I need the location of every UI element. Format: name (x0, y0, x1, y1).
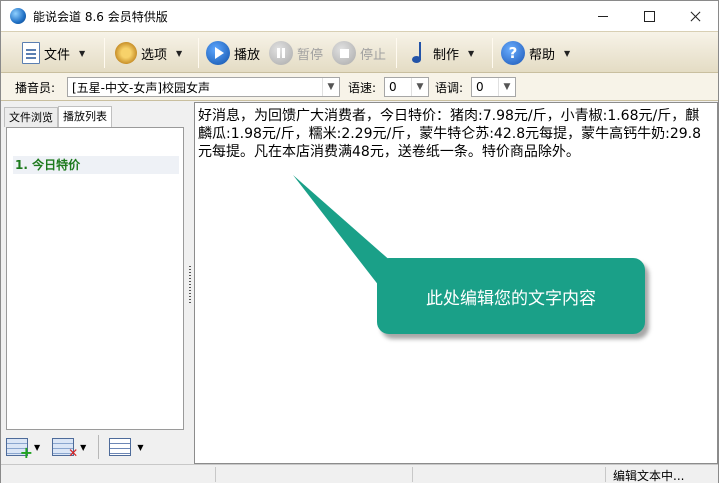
speed-label: 语速: (348, 81, 377, 95)
music-note-icon (409, 41, 429, 65)
dropdown-arrow-icon: ▼ (176, 48, 183, 58)
make-label: 制作 (433, 47, 460, 63)
left-panel-tabs: 文件浏览 播放列表 (4, 106, 112, 128)
chevron-down-icon[interactable]: ▼ (411, 78, 428, 96)
hint-callout: 此处编辑您的文字内容 (377, 258, 645, 334)
play-label: 播放 (234, 47, 261, 63)
panel-splitter[interactable] (187, 102, 194, 464)
dropdown-arrow-icon: ▼ (564, 48, 571, 58)
tab-playlist[interactable]: 播放列表 (58, 106, 112, 128)
stop-label: 停止 (360, 47, 387, 63)
help-menu-button[interactable]: ? 帮助 ▼ (501, 36, 570, 70)
pause-button[interactable]: 暂停 (269, 36, 323, 70)
play-icon (206, 41, 230, 65)
window-title: 能说会道 8.6 会员特供版 (33, 10, 168, 24)
toolbar-divider (198, 38, 199, 68)
chevron-down-icon[interactable]: ▼ (498, 78, 515, 96)
document-icon (22, 42, 40, 64)
announcer-select[interactable]: [五星-中文-女声]校园女声 ▼ (67, 77, 340, 97)
settings-icon (115, 42, 137, 64)
stop-icon (332, 41, 356, 65)
status-cell-divider (605, 467, 606, 482)
app-window: 能说会道 8.6 会员特供版 文件 ▼ 选项 ▼ 播放 暂停 停止 制作 ▼ ?… (0, 0, 719, 483)
maximize-button[interactable] (626, 1, 672, 31)
file-menu-button[interactable]: 文件 ▼ (19, 36, 85, 70)
status-cell-divider (412, 467, 413, 482)
delete-item-button[interactable]: ▼ (52, 438, 87, 460)
help-icon: ? (501, 41, 525, 65)
dropdown-arrow-icon: ▼ (34, 442, 41, 452)
dropdown-arrow-icon: ▼ (468, 48, 475, 58)
toolbar-divider (98, 435, 100, 459)
editor-content[interactable]: 好消息，为回馈广大消费者，今日特价：猪肉:7.98元/斤，小青椒:1.68元/斤… (198, 107, 710, 161)
toolbar-divider (492, 38, 493, 68)
close-button[interactable] (672, 1, 718, 31)
chevron-down-icon[interactable]: ▼ (322, 78, 339, 96)
play-button[interactable]: 播放 (206, 36, 260, 70)
main-toolbar: 文件 ▼ 选项 ▼ 播放 暂停 停止 制作 ▼ ? 帮助 ▼ (1, 31, 718, 73)
dropdown-arrow-icon: ▼ (79, 48, 86, 58)
list-properties-button[interactable]: ▼ (109, 438, 143, 456)
delete-list-icon (52, 438, 78, 460)
minimize-button[interactable] (580, 1, 626, 31)
announcer-label: 播音员: (15, 81, 56, 95)
voice-settings-bar: 播音员: [五星-中文-女声]校园女声 ▼ 语速: 0 ▼ 语调: 0 ▼ (1, 73, 718, 101)
make-menu-button[interactable]: 制作 ▼ (409, 36, 474, 70)
pitch-value: 0 (476, 80, 484, 94)
announcer-value: [五星-中文-女声]校园女声 (72, 80, 211, 95)
speed-select[interactable]: 0 ▼ (384, 77, 429, 97)
help-label: 帮助 (529, 47, 556, 63)
tab-file-browser[interactable]: 文件浏览 (4, 107, 58, 127)
options-menu-button[interactable]: 选项 ▼ (115, 36, 182, 70)
title-bar: 能说会道 8.6 会员特供版 (1, 1, 718, 31)
toolbar-divider (396, 38, 397, 68)
playlist-item[interactable]: 1. 今日特价 (13, 156, 179, 174)
toolbar-divider (104, 38, 105, 68)
options-label: 选项 (141, 47, 168, 63)
pause-icon (269, 41, 293, 65)
status-bar: 编辑文本中... (1, 464, 718, 483)
status-cell-divider (215, 467, 216, 482)
pitch-select[interactable]: 0 ▼ (471, 77, 516, 97)
stop-button[interactable]: 停止 (332, 36, 386, 70)
pause-label: 暂停 (297, 47, 324, 63)
dropdown-arrow-icon: ▼ (137, 442, 144, 452)
left-panel: 文件浏览 播放列表 1. 今日特价 ▼ ▼ ▼ (2, 102, 187, 464)
playlist-toolbar: ▼ ▼ ▼ (6, 432, 155, 462)
splitter-grip-icon[interactable] (189, 266, 191, 304)
dropdown-arrow-icon: ▼ (80, 442, 87, 452)
playlist-box[interactable]: 1. 今日特价 (6, 127, 184, 430)
add-item-button[interactable]: ▼ (6, 438, 41, 462)
add-list-icon (6, 438, 33, 462)
pitch-label: 语调: (435, 81, 464, 95)
speed-value: 0 (389, 80, 397, 94)
list-settings-icon (109, 438, 132, 456)
status-text: 编辑文本中... (613, 469, 685, 483)
app-logo-icon (10, 8, 26, 24)
file-label: 文件 (44, 47, 71, 63)
